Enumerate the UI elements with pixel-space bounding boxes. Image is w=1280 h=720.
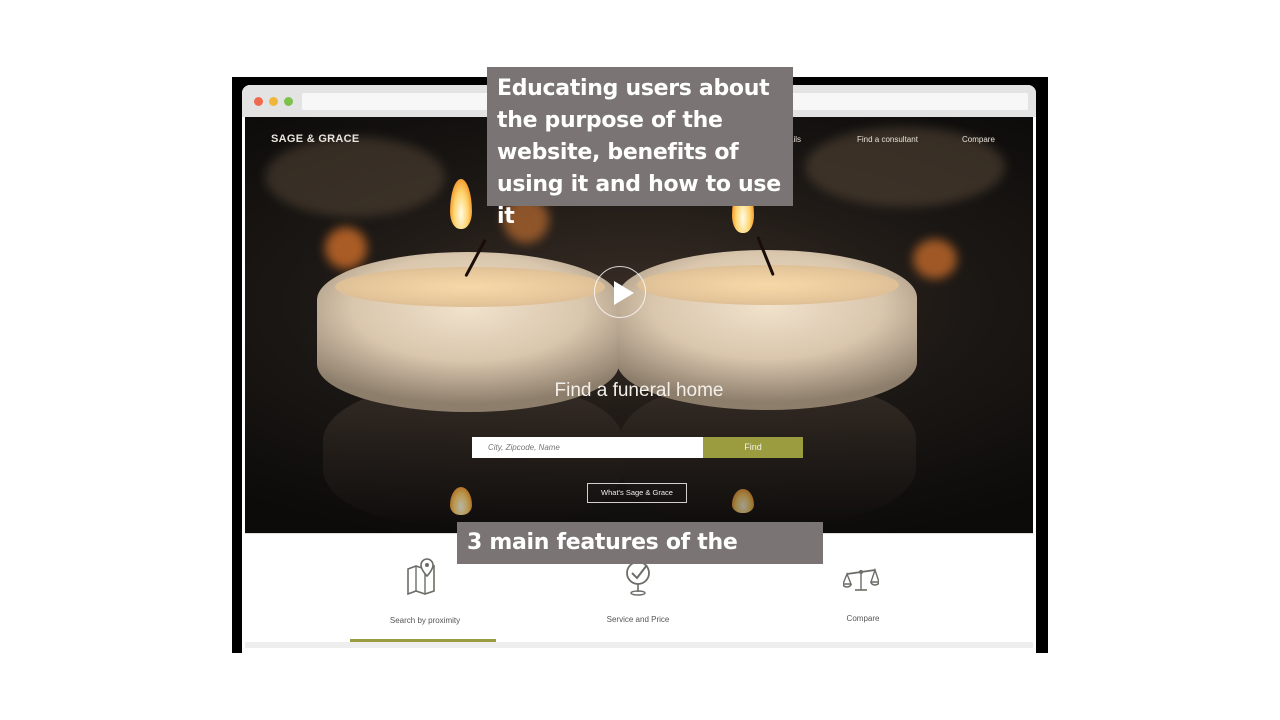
flame-reflection (732, 489, 754, 513)
nav-find-consultant-link[interactable]: Find a consultant (857, 135, 918, 144)
bokeh-light (265, 137, 445, 217)
minimize-window-button[interactable] (269, 97, 278, 106)
nav-compare-link[interactable]: Compare (962, 135, 995, 144)
site-logo[interactable]: SAGE & GRACE (271, 133, 360, 145)
features-bottom-strip (245, 642, 1033, 648)
maximize-window-button[interactable] (284, 97, 293, 106)
find-button[interactable]: Find (703, 437, 803, 458)
feature-label-proximity[interactable]: Search by proximity (365, 616, 485, 625)
candle-left-top (335, 267, 605, 307)
check-pin-icon[interactable] (623, 559, 653, 597)
play-video-button[interactable] (594, 266, 646, 318)
annotation-callout-bottom: 3 main features of the website (457, 522, 823, 589)
annotation-callout-top: Educating users about the purpose of the… (487, 67, 793, 229)
scales-icon[interactable] (843, 564, 879, 594)
close-window-button[interactable] (254, 97, 263, 106)
play-icon (614, 281, 634, 305)
search-input[interactable] (472, 437, 703, 458)
map-pin-icon[interactable] (405, 557, 439, 595)
flame-left (450, 179, 472, 229)
bokeh-light (325, 227, 367, 269)
feature-label-compare[interactable]: Compare (803, 614, 923, 623)
feature-label-service-price[interactable]: Service and Price (578, 615, 698, 624)
flame-reflection (450, 487, 472, 515)
candle-right-top (637, 265, 899, 305)
hero-title: Find a funeral home (554, 380, 724, 401)
bokeh-light (913, 239, 957, 279)
whats-sage-grace-button[interactable]: What's Sage & Grace (587, 483, 687, 503)
